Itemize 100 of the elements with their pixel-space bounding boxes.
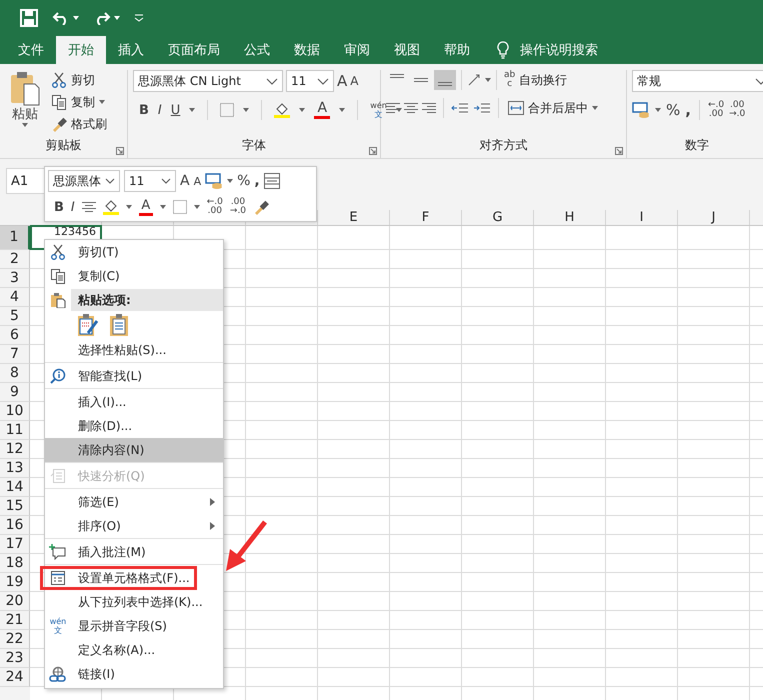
row-header[interactable]: 2: [0, 250, 30, 269]
increase-decimal-button[interactable]: ←.0 .00: [708, 101, 724, 119]
ribbon-tab[interactable]: 数据: [282, 36, 332, 64]
grow-font-button[interactable]: A: [337, 74, 348, 88]
row-header[interactable]: 23: [0, 649, 30, 668]
paste-button[interactable]: 粘贴: [5, 70, 45, 136]
ribbon-tab[interactable]: 页面布局: [156, 36, 232, 64]
column-header[interactable]: J: [678, 210, 750, 225]
column-header[interactable]: G: [462, 210, 534, 225]
row-header[interactable]: 3: [0, 269, 30, 288]
menu-item[interactable]: 插入(I)...: [45, 390, 223, 414]
dialog-launcher-icon: [369, 147, 377, 155]
column-header[interactable]: I: [606, 210, 678, 225]
shrink-font-button[interactable]: A: [194, 176, 202, 186]
column-header[interactable]: F: [390, 210, 462, 225]
chevron-down-icon: [105, 178, 115, 184]
name-box[interactable]: A1: [6, 168, 46, 194]
row-header[interactable]: 4: [0, 288, 30, 307]
group-label: 字体: [242, 137, 266, 154]
menu-item[interactable]: 定义名称(A)...: [45, 638, 223, 662]
percent-button[interactable]: %: [237, 174, 250, 188]
increase-decimal-button[interactable]: ←.0 .00: [206, 198, 223, 216]
borders-icon: [172, 200, 187, 214]
row-header[interactable]: 19: [0, 573, 30, 592]
number-format-field[interactable]: 常规: [632, 70, 763, 92]
caret-icon: [299, 108, 306, 112]
tell-me-search[interactable]: 操作说明搜索: [520, 36, 598, 64]
row-header[interactable]: 14: [0, 478, 30, 497]
percent-button[interactable]: %: [666, 102, 680, 118]
column-header[interactable]: E: [318, 210, 390, 225]
copy-icon: [50, 268, 66, 284]
decrease-decimal-button[interactable]: .00 →.0: [729, 101, 746, 119]
font-name-field[interactable]: 思源黑体: [48, 170, 120, 192]
menu-item[interactable]: wén 文 显示拼音字段(S): [45, 614, 223, 638]
row-header[interactable]: 8: [0, 364, 30, 383]
font-size-field[interactable]: 11: [124, 170, 176, 192]
comma-button[interactable]: ,: [254, 174, 260, 188]
row-header[interactable]: 11: [0, 421, 30, 440]
row-header[interactable]: 5: [0, 307, 30, 326]
ribbon-tab[interactable]: 审阅: [332, 36, 382, 64]
row-header[interactable]: 12: [0, 440, 30, 459]
clipboard-icon: [10, 70, 40, 106]
row-header[interactable]: 16: [0, 516, 30, 535]
ribbon-tab[interactable]: 公式: [232, 36, 282, 64]
ribbon-tab[interactable]: 文件: [6, 36, 56, 64]
menu-item[interactable]: 从下拉列表中选择(K)...: [45, 590, 223, 614]
copy-button[interactable]: 复制: [49, 92, 109, 112]
grow-font-button[interactable]: A: [180, 174, 190, 188]
ribbon-tab[interactable]: 插入: [106, 36, 156, 64]
dialog-launcher-icon: [116, 147, 124, 155]
ribbon-tab[interactable]: 开始: [56, 36, 106, 64]
menu-item[interactable]: 清除内容(N): [45, 438, 223, 463]
cut-button[interactable]: 剪切: [49, 70, 109, 90]
row-header[interactable]: 21: [0, 611, 30, 630]
row-header[interactable]: 15: [0, 497, 30, 516]
menu-item[interactable]: 插入批注(M): [45, 540, 223, 565]
merge-center-button[interactable]: 合并后居中: [506, 98, 600, 118]
align-right-icon: [422, 103, 436, 113]
font-color-button[interactable]: A: [317, 101, 328, 115]
menu-item[interactable]: 选择性粘贴(S)...: [45, 338, 223, 363]
bold-button[interactable]: B: [54, 200, 64, 214]
row-header[interactable]: 6: [0, 326, 30, 345]
underline-button[interactable]: U: [170, 104, 180, 116]
row-header[interactable]: 7: [0, 345, 30, 364]
menu-item[interactable]: 链接(I): [45, 662, 223, 686]
row-header[interactable]: 10: [0, 402, 30, 421]
font-name-field[interactable]: 思源黑体 CN Light: [133, 70, 283, 92]
row-header[interactable]: 9: [0, 383, 30, 402]
row-header[interactable]: 1: [0, 226, 30, 250]
row-header[interactable]: 18: [0, 554, 30, 573]
ribbon-tab[interactable]: 帮助: [432, 36, 482, 64]
font-color-button[interactable]: A: [141, 198, 150, 212]
chevron-down-icon: [161, 178, 171, 184]
menu-item[interactable]: 删除(D)...: [45, 414, 223, 438]
format-cells-icon: [50, 570, 66, 586]
row-header[interactable]: 22: [0, 630, 30, 649]
row-header[interactable]: 20: [0, 592, 30, 611]
ribbon-tab[interactable]: 视图: [382, 36, 432, 64]
row-header[interactable]: 24: [0, 668, 30, 687]
caret-icon: [592, 106, 598, 110]
phonetic-button[interactable]: wén 文: [370, 101, 387, 119]
caret-icon: [339, 108, 346, 112]
column-header[interactable]: H: [534, 210, 606, 225]
row-header[interactable]: 13: [0, 459, 30, 478]
align-left-icon: [386, 103, 400, 113]
decrease-decimal-button[interactable]: .00 →.0: [230, 198, 246, 216]
shrink-font-button[interactable]: A: [350, 75, 358, 87]
menu-item[interactable]: 筛选(E): [45, 490, 223, 514]
italic-button[interactable]: I: [158, 104, 162, 116]
caret-icon: [99, 100, 105, 104]
menu-item[interactable]: 智能查找(L): [45, 364, 223, 389]
bold-button[interactable]: B: [139, 104, 149, 116]
menu-item[interactable]: 排序(O): [45, 514, 223, 539]
comma-button[interactable]: ,: [685, 102, 691, 118]
vertical-align-button[interactable]: [434, 70, 456, 90]
format-painter-button[interactable]: 格式刷: [49, 114, 109, 134]
font-size-field[interactable]: 11: [286, 70, 334, 92]
row-header[interactable]: 17: [0, 535, 30, 554]
italic-button[interactable]: I: [70, 200, 75, 214]
menu-item[interactable]: 复制(C): [45, 264, 223, 288]
